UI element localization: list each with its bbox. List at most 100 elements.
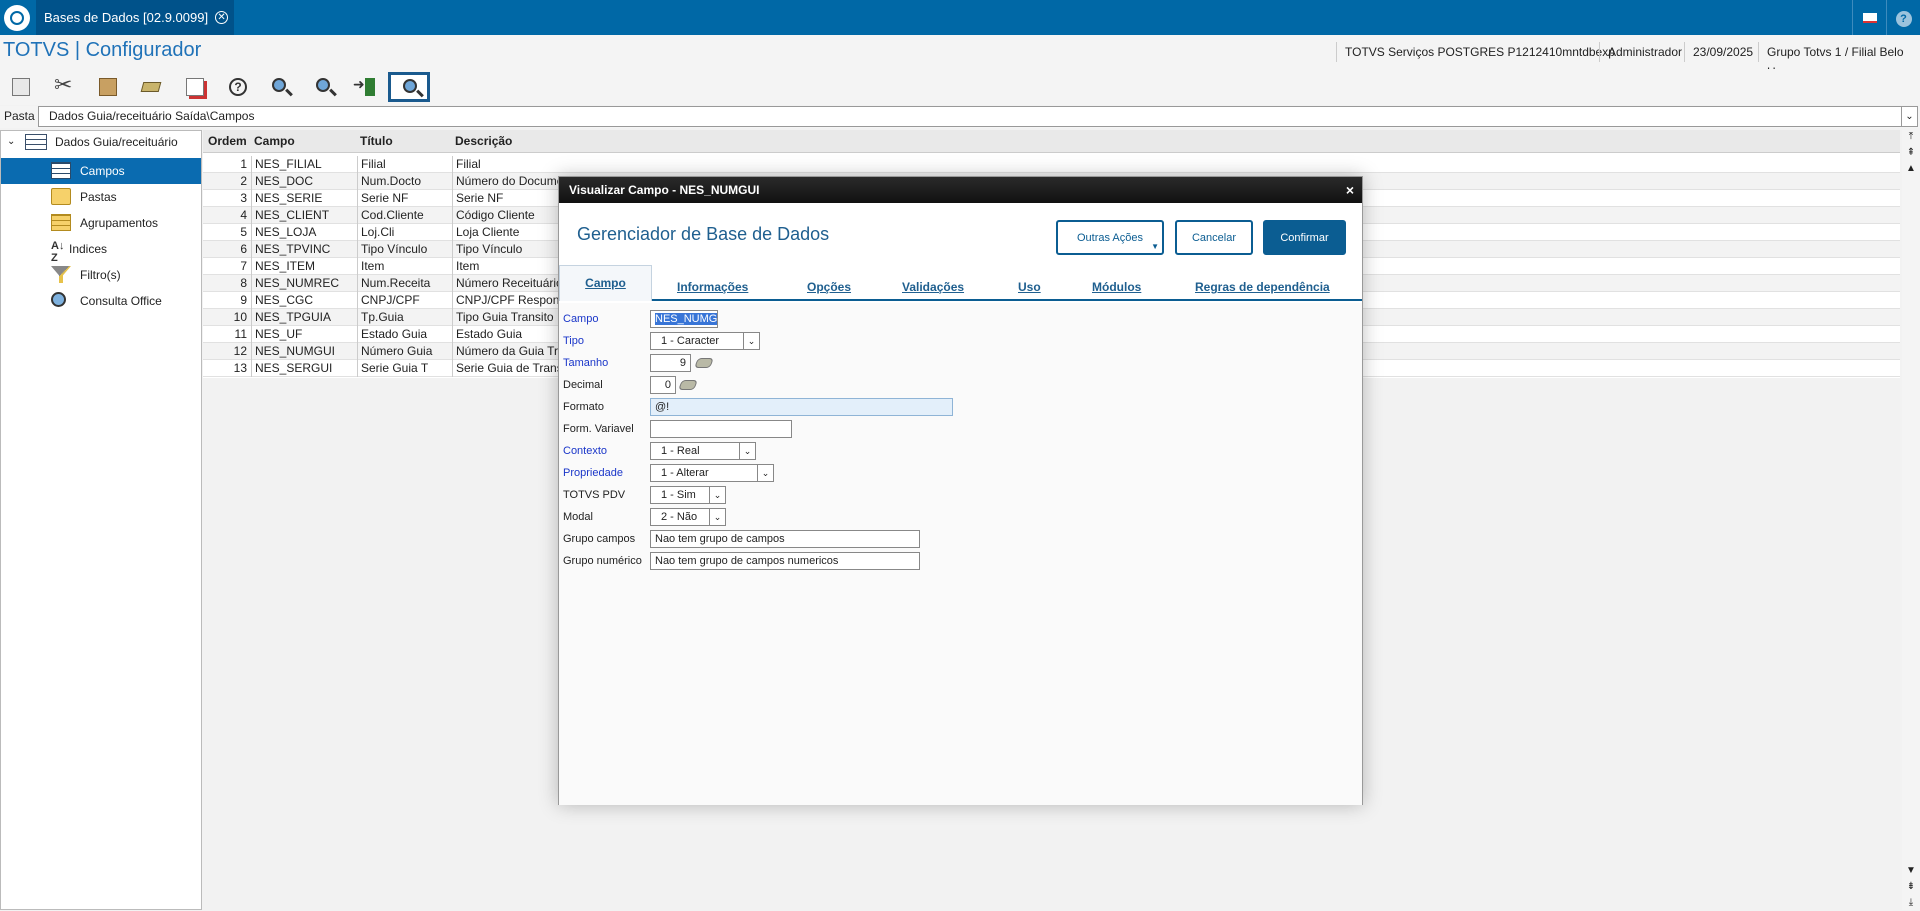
dialog-title-bar: Visualizar Campo - NES_NUMGUI ×	[559, 177, 1362, 203]
cell-ordem: 2	[240, 174, 247, 188]
tree-root[interactable]: ⌄ Dados Guia/receituário Saída	[1, 131, 201, 171]
col-titulo[interactable]: Título	[357, 130, 393, 153]
col-campo[interactable]: Campo	[251, 130, 295, 153]
exit-icon	[353, 76, 375, 96]
label-form-variavel: Form. Variavel	[563, 423, 634, 435]
expand-caret-icon[interactable]: ⌄	[7, 131, 15, 153]
scroll-page-up-icon[interactable]: ⇞	[1904, 146, 1918, 160]
decimal-input[interactable]: 0	[650, 376, 676, 394]
view-button[interactable]	[388, 72, 430, 102]
pasta-value: Dados Guia/receituário Saída\Campos	[49, 109, 255, 123]
calculator-icon[interactable]	[678, 380, 698, 390]
tab-campo[interactable]: Campo	[559, 265, 652, 301]
tamanho-input[interactable]: 9	[650, 354, 691, 372]
modal-value: 2 - Não	[661, 511, 698, 523]
scroll-page-down-icon[interactable]: ⇟	[1904, 880, 1918, 894]
scroll-bottom-icon[interactable]: ⤓	[1904, 896, 1918, 910]
tab-bases-de-dados[interactable]: Bases de Dados [02.9.0099] ✕	[36, 0, 235, 35]
grupo-numerico-input[interactable]: Nao tem grupo de campos numericos	[650, 552, 920, 570]
help-tool-button[interactable]: ?	[221, 72, 253, 102]
help-circle-icon: ?	[1895, 11, 1912, 27]
copy-button[interactable]	[4, 72, 36, 102]
tab-informacoes[interactable]: Informações	[677, 275, 748, 299]
grupo-campos-input[interactable]: Nao tem grupo de campos	[650, 530, 920, 548]
user-info: Administrador	[1599, 42, 1690, 62]
cell-campo: NES_TPVINC	[251, 241, 357, 258]
cell-campo: NES_NUMGUI	[251, 343, 357, 360]
pasta-label: Pasta	[4, 109, 35, 123]
chevron-down-icon[interactable]: ⌄	[1901, 107, 1917, 126]
help-button[interactable]: ?	[1886, 0, 1920, 35]
tree-item-pastas[interactable]: Pastas	[1, 184, 201, 210]
tree-item-agrupamentos[interactable]: Agrupamentos	[1, 210, 201, 236]
cancel-button[interactable]: Cancelar	[1175, 220, 1253, 255]
tree-item-label: Indices	[69, 242, 108, 256]
tree-item-filtros[interactable]: Filtro(s)	[1, 262, 201, 288]
cell-ordem: 5	[240, 225, 247, 239]
tab-title: Bases de Dados [02.9.0099]	[44, 10, 209, 25]
other-actions-button[interactable]: Outras Ações ▼	[1056, 220, 1164, 255]
form-variavel-input[interactable]	[650, 420, 792, 438]
exit-button[interactable]	[351, 72, 383, 102]
dialog-tabs: Campo Informações Opções Validações Uso …	[559, 265, 1362, 301]
cell-ordem: 6	[240, 242, 247, 256]
tab-opcoes[interactable]: Opções	[807, 275, 851, 299]
label-tipo: Tipo	[563, 335, 584, 347]
view-icon	[403, 79, 417, 93]
close-icon[interactable]: ×	[1346, 177, 1354, 203]
cell-titulo: Num.Receita	[357, 275, 452, 292]
tab-regras-dependencia[interactable]: Regras de dependência	[1195, 275, 1330, 299]
pasta-select[interactable]: Dados Guia/receituário Saída\Campos ⌄	[38, 106, 1918, 127]
totvs-pdv-value: 1 - Sim	[661, 489, 696, 501]
search-next-button[interactable]	[308, 72, 340, 102]
tree-item-indices[interactable]: A↓ Z Indices	[1, 236, 201, 264]
scroll-down-icon[interactable]: ▼	[1904, 864, 1918, 878]
contexto-select[interactable]: 1 - Real ⌄	[650, 442, 756, 460]
cut-button[interactable]	[48, 72, 80, 102]
vertical-scrollbar[interactable]: ⤒ ⇞ ▲ ▼ ⇟ ⤓	[1902, 130, 1920, 910]
paste-button[interactable]	[91, 72, 123, 102]
tree-item-label: Pastas	[80, 190, 117, 204]
totvs-pdv-select[interactable]: 1 - Sim ⌄	[650, 486, 726, 504]
col-ordem[interactable]: Ordem	[205, 130, 247, 153]
search-button[interactable]	[264, 72, 296, 102]
documents-button[interactable]	[178, 72, 210, 102]
toolbar: ?	[0, 69, 1920, 105]
tipo-value: 1 - Caracter	[661, 335, 720, 347]
tab-close-icon[interactable]: ✕	[215, 11, 229, 24]
label-grupo-campos: Grupo campos	[563, 533, 636, 545]
cell-campo: NES_SERIE	[251, 190, 357, 207]
tab-uso[interactable]: Uso	[1018, 275, 1041, 299]
book-button[interactable]	[134, 72, 166, 102]
confirm-label: Confirmar	[1280, 232, 1329, 244]
messages-button[interactable]	[1852, 0, 1886, 35]
app-title: TOTVS | Configurador	[3, 39, 202, 61]
cell-titulo: Num.Docto	[357, 173, 452, 190]
question-icon: ?	[229, 78, 247, 96]
chevron-down-icon: ⌄	[757, 465, 773, 481]
scroll-top-icon[interactable]: ⤒	[1904, 130, 1918, 144]
tab-modulos[interactable]: Módulos	[1092, 275, 1141, 299]
propriedade-select[interactable]: 1 - Alterar ⌄	[650, 464, 774, 482]
sort-icon: A↓ Z	[51, 240, 65, 264]
scroll-up-icon[interactable]: ▲	[1904, 162, 1918, 176]
label-decimal: Decimal	[563, 379, 603, 391]
date-info: 23/09/2025	[1684, 42, 1761, 62]
tipo-select[interactable]: 1 - Caracter ⌄	[650, 332, 760, 350]
search-icon	[272, 78, 286, 92]
modal-select[interactable]: 2 - Não ⌄	[650, 508, 726, 526]
tree-item-consulta-office[interactable]: Consulta Office	[1, 288, 201, 314]
formato-input[interactable]: @!	[650, 398, 953, 416]
tree-item-campos[interactable]: Campos	[1, 158, 201, 184]
environment-info: TOTVS Serviços POSTGRES P1212410mntdbexp	[1336, 42, 1623, 62]
col-descricao[interactable]: Descrição	[452, 130, 512, 153]
cell-ordem: 1	[240, 157, 247, 171]
confirm-button[interactable]: Confirmar	[1263, 220, 1346, 255]
tab-validacoes[interactable]: Validações	[902, 275, 964, 299]
table-row[interactable]: 1 NES_FILIAL Filial Filial	[203, 156, 1900, 173]
cell-ordem: 11	[234, 327, 247, 341]
campo-input[interactable]: NES_NUMG	[650, 310, 718, 328]
calculator-icon[interactable]	[694, 358, 714, 368]
totvs-logo-icon[interactable]	[4, 5, 30, 31]
cell-ordem: 12	[233, 344, 247, 358]
